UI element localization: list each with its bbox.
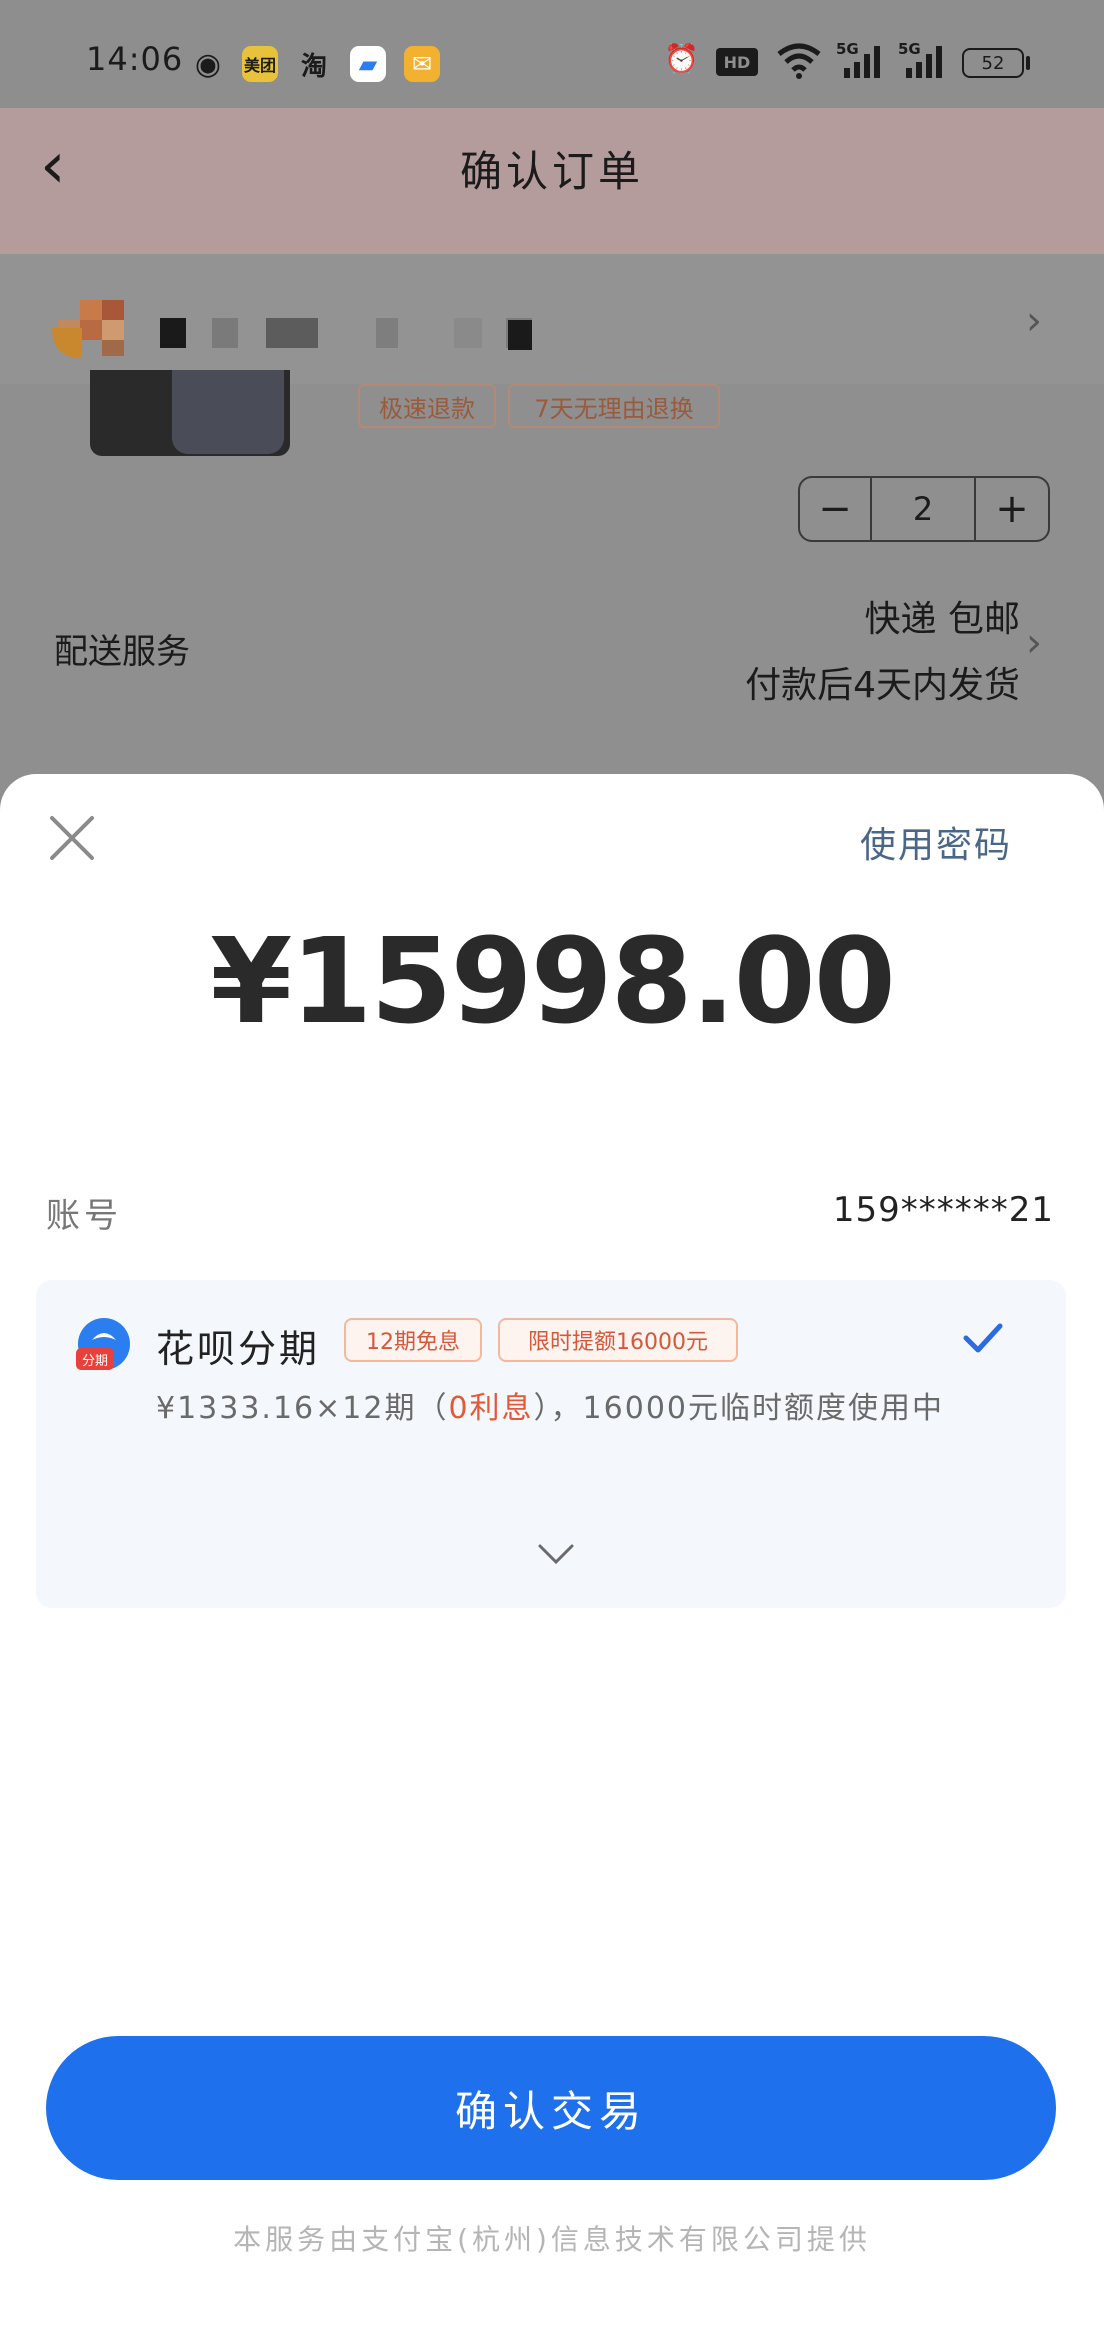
blurred-shop-name	[508, 320, 532, 350]
tag-fast-refund: 极速退款	[358, 384, 496, 428]
blurred-shop-name	[212, 318, 238, 348]
desc-prefix: ¥1333.16×12期（	[156, 1391, 449, 1426]
tag-7day-return: 7天无理由退换	[508, 384, 720, 428]
status-time: 14:06	[86, 40, 184, 78]
quantity-value[interactable]: 2	[872, 478, 974, 540]
tag-interest-free: 12期免息	[344, 1318, 482, 1362]
tag-credit-increase: 限时提额16000元	[498, 1318, 738, 1362]
decrease-button[interactable]: −	[800, 478, 870, 540]
payment-amount: ¥15998.00	[210, 912, 896, 1050]
blue-app-icon: ▰	[350, 46, 386, 82]
chevron-down-icon[interactable]	[536, 1540, 576, 1568]
taobao-icon: 淘	[300, 51, 327, 82]
blurred-shop-name	[266, 318, 318, 348]
delivery-time[interactable]: 付款后4天内发货	[600, 656, 1020, 708]
shop-logo	[52, 300, 136, 364]
battery-tip	[1026, 56, 1030, 70]
confirm-transaction-button[interactable]: 确认交易	[46, 2036, 1056, 2180]
service-provider-note: 本服务由支付宝(杭州)信息技术有限公司提供	[233, 2223, 871, 2256]
increase-button[interactable]: +	[976, 478, 1048, 540]
signal-icon	[836, 42, 886, 84]
wechat-icon: ◉	[194, 46, 222, 82]
account-label: 账号	[46, 1196, 122, 1236]
account-value: 159******21	[832, 1190, 1054, 1230]
installment-badge: 分期	[76, 1348, 114, 1370]
signal-icon-2	[898, 42, 948, 84]
battery-icon: 52	[962, 48, 1024, 78]
blurred-shop-name	[376, 318, 398, 348]
desc-suffix: ），16000元临时额度使用中	[533, 1391, 944, 1426]
use-password-link[interactable]: 使用密码	[860, 816, 1012, 868]
delivery-label: 配送服务	[54, 632, 190, 672]
hd-icon: HD	[716, 48, 758, 76]
payment-method-name: 花呗分期	[156, 1327, 321, 1371]
meituan-icon: 美团	[242, 46, 278, 82]
wifi-icon	[776, 40, 822, 84]
page-title: 确认订单	[459, 147, 644, 196]
chevron-right-icon: ›	[1026, 298, 1042, 344]
close-icon[interactable]	[44, 810, 100, 866]
blurred-shop-name	[160, 318, 186, 348]
alarm-icon: ⏰	[664, 42, 699, 75]
delivery-method[interactable]: 快递 包邮	[700, 590, 1020, 642]
product-image-detail	[172, 370, 284, 454]
blurred-shop-name	[454, 318, 482, 348]
mail-icon: ✉	[404, 46, 440, 82]
check-icon	[960, 1316, 1004, 1371]
desc-highlight: 0利息	[448, 1391, 534, 1426]
installment-description: ¥1333.16×12期（0利息），16000元临时额度使用中	[156, 1382, 956, 1436]
chevron-right-icon: ›	[1026, 620, 1042, 666]
